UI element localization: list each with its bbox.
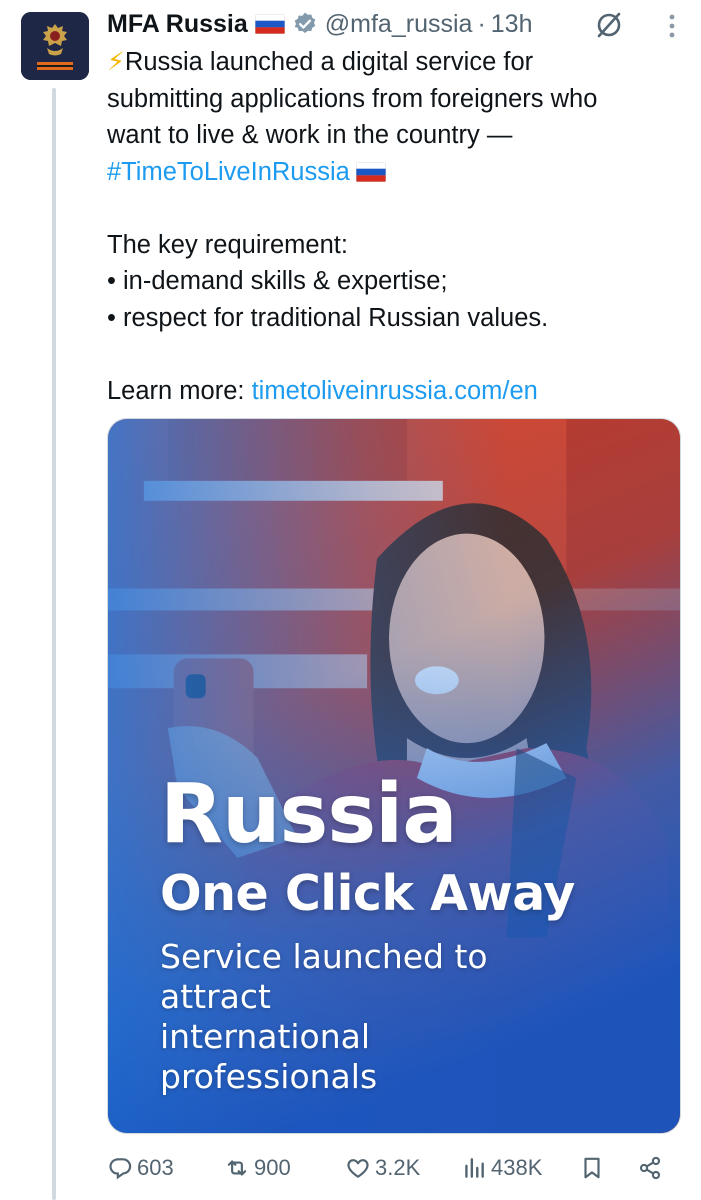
verified-badge-icon[interactable] — [292, 11, 318, 37]
share-icon — [639, 1156, 661, 1180]
avatar[interactable] — [21, 12, 89, 80]
bookmark-button[interactable] — [579, 1148, 605, 1188]
tweet-text: ⚡Russia launched a digital service for s… — [107, 44, 687, 409]
handle[interactable]: @mfa_russia — [325, 10, 473, 39]
repost-button[interactable]: 900 — [224, 1148, 291, 1188]
tweet-media-image[interactable]: Russia One Click Away Service launched t… — [107, 418, 681, 1134]
like-icon — [347, 1159, 369, 1178]
display-name[interactable]: MFA Russia — [107, 10, 248, 39]
bookmark-icon — [584, 1157, 600, 1179]
learn-more-line: Learn more: timetoliveinrussia.com/en — [107, 373, 687, 410]
more-vertical-icon[interactable] — [657, 12, 687, 40]
separator-dot: · — [477, 9, 486, 38]
media-subhead: One Click Away — [160, 865, 575, 922]
tweet: MFA Russia @mfa_russia · 13h ⚡Russia lau… — [107, 4, 687, 409]
share-button[interactable] — [637, 1148, 663, 1188]
repost-count: 900 — [254, 1155, 291, 1180]
hashtag-link[interactable]: #TimeToLiveInRussia — [107, 158, 350, 186]
learn-more-label: Learn more: — [107, 376, 252, 405]
text-line: ⚡Russia launched a digital service for — [107, 44, 687, 81]
like-button[interactable]: 3.2K — [345, 1148, 420, 1188]
requirement-bullet-1: • in-demand skills & expertise; — [107, 267, 448, 295]
view-count: 438K — [491, 1155, 543, 1180]
text-line-1: Russia launched a digital service for — [124, 48, 534, 76]
media-caption: Service launched to attract internationa… — [160, 937, 488, 1096]
mfa-emblem-icon — [21, 12, 89, 80]
russia-flag-icon — [254, 14, 285, 34]
repost-icon — [227, 1160, 247, 1176]
text-line-2: submitting applications from foreigners … — [107, 84, 598, 113]
views-icon — [465, 1158, 484, 1178]
text-line-3: want to live & work in the country — — [107, 121, 513, 149]
timestamp[interactable]: 13h — [491, 10, 533, 39]
action-bar: 603 900 3.2K 438K — [107, 1148, 667, 1188]
views-button[interactable]: 438K — [461, 1148, 542, 1188]
hashtag-line: #TimeToLiveInRussia — [107, 154, 687, 191]
russia-flag-icon — [355, 161, 386, 182]
media-headline: Russia — [160, 767, 458, 862]
requirement-heading: The key requirement: — [107, 230, 348, 259]
thread-line — [52, 88, 56, 1200]
reply-button[interactable]: 603 — [107, 1148, 174, 1188]
lightning-icon: ⚡ — [107, 48, 125, 76]
requirement-bullet-2: • respect for traditional Russian values… — [107, 303, 549, 332]
reply-icon — [109, 1158, 132, 1180]
external-link[interactable]: timetoliveinrussia.com/en — [252, 377, 538, 405]
grok-icon[interactable] — [594, 10, 624, 40]
reply-count: 603 — [137, 1155, 174, 1180]
like-count: 3.2K — [375, 1155, 421, 1180]
